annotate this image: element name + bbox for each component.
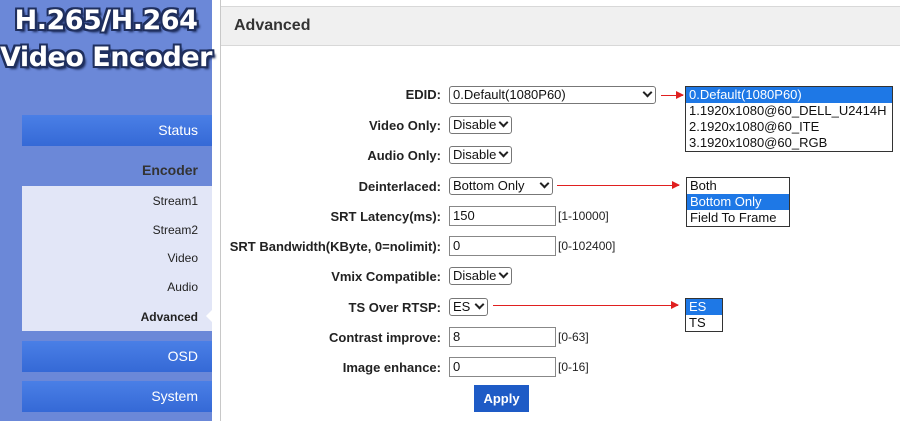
srt-latency-range: [1-10000] <box>558 209 609 223</box>
deinterlaced-option-both[interactable]: Both <box>687 178 789 194</box>
arrow-right-icon <box>557 181 680 189</box>
chevron-down-icon <box>498 117 509 128</box>
edid-option-0[interactable]: 0.Default(1080P60) <box>686 87 892 103</box>
srt-latency-label: SRT Latency(ms): <box>330 209 441 224</box>
image-enhance-label: Image enhance: <box>342 360 441 375</box>
contrast-range: [0-63] <box>558 330 589 344</box>
contrast-label: Contrast improve: <box>329 330 441 345</box>
ts-rtsp-label: TS Over RTSP: <box>348 300 441 315</box>
page-title: Advanced <box>234 17 311 34</box>
arrow-right-icon <box>493 301 679 309</box>
sidebar-item-stream2[interactable]: Stream2 <box>153 223 198 237</box>
sidebar-item-video[interactable]: Video <box>168 251 198 265</box>
edid-option-2[interactable]: 2.1920x1080@60_ITE <box>686 119 892 135</box>
ts-option-ts[interactable]: TS <box>686 315 722 331</box>
edid-options-list: 0.Default(1080P60) 1.1920x1080@60_DELL_U… <box>685 86 893 152</box>
chevron-down-icon <box>498 147 509 158</box>
contrast-input[interactable]: 8 <box>449 327 556 347</box>
sidebar-item-audio[interactable]: Audio <box>167 280 198 294</box>
ts-options-list: ES TS <box>685 298 723 332</box>
audio-only-label: Audio Only: <box>367 148 441 163</box>
srt-bandwidth-range: [0-102400] <box>558 239 616 253</box>
video-only-value: Disable <box>453 117 497 132</box>
chevron-down-icon <box>642 87 653 98</box>
panel-header: Advanced <box>221 6 900 46</box>
active-caret-icon <box>206 310 212 322</box>
vmix-label: Vmix Compatible: <box>331 269 441 284</box>
srt-bandwidth-input[interactable]: 0 <box>449 236 556 256</box>
nav-osd[interactable]: OSD <box>22 341 212 372</box>
edid-option-3[interactable]: 3.1920x1080@60_RGB <box>686 135 892 151</box>
sidebar-item-stream1[interactable]: Stream1 <box>153 194 198 208</box>
arrow-right-icon <box>661 91 684 99</box>
logo-line-1: H.265/H.264 <box>14 5 198 36</box>
edid-select[interactable]: 0.Default(1080P60) <box>449 86 656 104</box>
image-enhance-input[interactable]: 0 <box>449 357 556 377</box>
ts-option-es[interactable]: ES <box>686 299 722 315</box>
deinterlaced-value: Bottom Only <box>453 178 525 193</box>
vmix-select[interactable]: Disable <box>449 267 512 285</box>
edid-option-1[interactable]: 1.1920x1080@60_DELL_U2414H <box>686 103 892 119</box>
ts-rtsp-select[interactable]: ES <box>449 298 488 316</box>
sidebar-item-advanced[interactable]: Advanced <box>141 310 198 324</box>
encoder-submenu: Stream1 Stream2 Video Audio Advanced <box>22 186 212 331</box>
chevron-down-icon <box>498 268 509 279</box>
deinterlaced-options-list: Both Bottom Only Field To Frame <box>686 177 790 227</box>
logo-line-2: Video Encoder <box>0 42 212 73</box>
logo: H.265/H.264 Video Encoder <box>0 2 212 76</box>
audio-only-value: Disable <box>453 147 497 162</box>
audio-only-select[interactable]: Disable <box>449 146 512 164</box>
image-enhance-range: [0-16] <box>558 360 589 374</box>
chevron-down-icon <box>539 178 550 189</box>
srt-bandwidth-label: SRT Bandwidth(KByte, 0=nolimit): <box>229 239 441 254</box>
video-only-label: Video Only: <box>369 118 441 133</box>
nav-encoder[interactable]: Encoder <box>22 155 212 186</box>
nav-system[interactable]: System <box>22 381 212 412</box>
main-panel: Advanced EDID: 0.Default(1080P60) Video … <box>220 0 900 421</box>
chevron-down-icon <box>474 299 485 310</box>
vmix-value: Disable <box>453 268 497 283</box>
srt-latency-input[interactable]: 150 <box>449 206 556 226</box>
sidebar: H.265/H.264 Video Encoder Status Encoder… <box>0 0 212 421</box>
edid-label: EDID: <box>405 87 441 102</box>
nav-status[interactable]: Status <box>22 115 212 146</box>
deinterlaced-select[interactable]: Bottom Only <box>449 177 553 195</box>
deinterlaced-label: Deinterlaced: <box>358 179 441 194</box>
deinterlaced-option-bottom[interactable]: Bottom Only <box>687 194 789 210</box>
edid-value: 0.Default(1080P60) <box>453 87 566 102</box>
video-only-select[interactable]: Disable <box>449 116 512 134</box>
deinterlaced-option-field[interactable]: Field To Frame <box>687 210 789 226</box>
apply-button[interactable]: Apply <box>474 385 529 412</box>
ts-rtsp-value: ES <box>453 299 471 314</box>
